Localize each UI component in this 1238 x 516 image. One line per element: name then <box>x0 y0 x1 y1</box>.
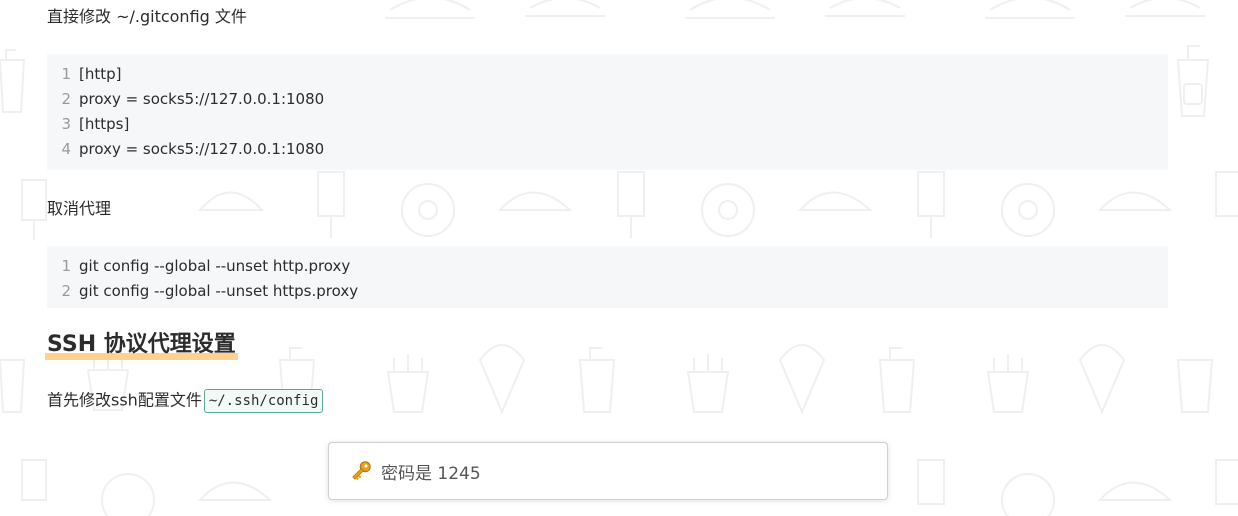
line-number: 1 <box>61 65 71 83</box>
code-line: 3 [https] <box>47 112 1168 137</box>
toast-message: 密码是 1245 <box>381 463 481 484</box>
code-line: 2 git config --global --unset https.proxy <box>47 279 1168 304</box>
code-line: 4 proxy = socks5://127.0.0.1:1080 <box>47 137 1168 162</box>
line-number: 3 <box>61 115 71 133</box>
inline-code-ssh-config: ~/.ssh/config <box>203 389 324 413</box>
password-toast: 密码是 1245 <box>328 442 888 500</box>
code-block-unset[interactable]: 1 git config --global --unset http.proxy … <box>47 246 1168 308</box>
paragraph-ssh-config-text: 首先修改ssh配置文件 <box>47 390 202 410</box>
line-number: 1 <box>61 257 71 275</box>
code-text: git config --global --unset https.proxy <box>79 282 359 300</box>
section-heading-ssh-proxy: SSH 协议代理设置 <box>45 330 238 360</box>
code-line: 1 git config --global --unset http.proxy <box>47 254 1168 279</box>
line-number: 4 <box>61 140 71 158</box>
code-text: proxy = socks5://127.0.0.1:1080 <box>79 90 325 108</box>
code-text: [https] <box>79 115 130 133</box>
code-block-gitconfig[interactable]: 1 [http] 2 proxy = socks5://127.0.0.1:1080… <box>47 54 1168 170</box>
article-content: 直接修改 ~/.gitconfig 文件 1 [http] 2 proxy = so… <box>0 0 1238 516</box>
paragraph-cancel-proxy: 取消代理 <box>47 199 112 218</box>
line-number: 2 <box>61 90 71 108</box>
line-number: 2 <box>61 282 71 300</box>
code-text: git config --global --unset http.proxy <box>79 257 351 275</box>
code-text: proxy = socks5://127.0.0.1:1080 <box>79 140 325 158</box>
code-text: [http] <box>79 65 122 83</box>
paragraph-ssh-config: 首先修改ssh配置文件 ~/.ssh/config <box>47 389 324 413</box>
code-line: 1 [http] <box>47 62 1168 87</box>
key-icon <box>352 461 371 481</box>
paragraph-edit-gitconfig: 直接修改 ~/.gitconfig 文件 <box>47 7 247 26</box>
code-line: 2 proxy = socks5://127.0.0.1:1080 <box>47 87 1168 112</box>
